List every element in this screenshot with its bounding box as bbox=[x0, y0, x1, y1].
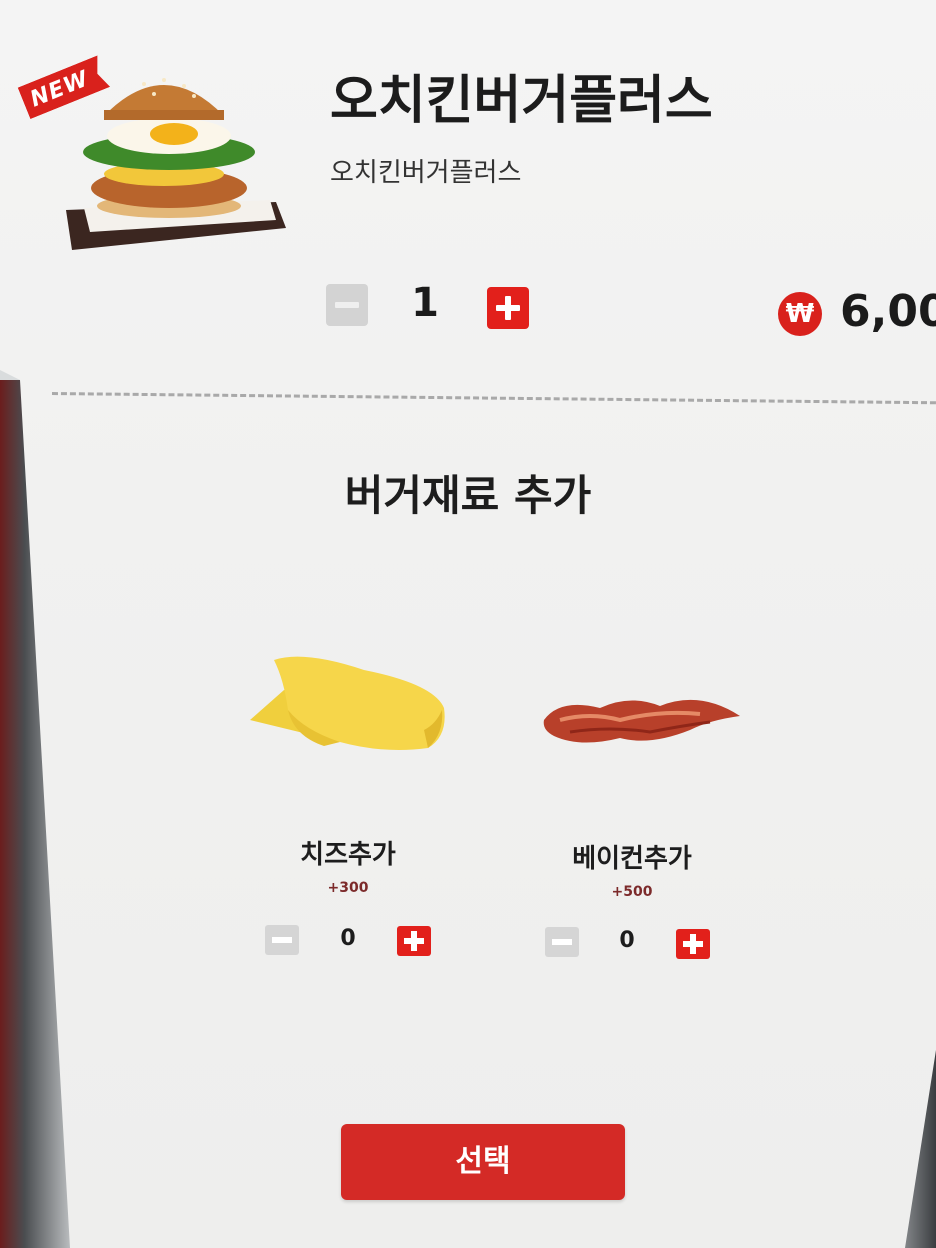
cheese-decrease-button[interactable] bbox=[265, 925, 299, 955]
product-subtitle: 오치킨버거플러스 bbox=[330, 158, 522, 188]
kiosk-screen: NEW 오치킨버거플러스 오치킨버거플러스 1 ₩ 6,000 버거재료 추가 … bbox=[0, 0, 936, 1248]
product-header: NEW 오치킨버거플러스 오치킨버거플러스 1 ₩ 6,000 bbox=[0, 0, 936, 390]
bacon-increase-button[interactable] bbox=[676, 929, 710, 959]
won-currency-icon: ₩ bbox=[778, 292, 822, 336]
quantity-value: 1 bbox=[411, 280, 439, 326]
minus-icon bbox=[335, 302, 359, 308]
cheese-image bbox=[250, 656, 445, 750]
section-divider bbox=[51, 392, 936, 405]
cheese-quantity: 0 bbox=[340, 926, 356, 951]
bacon-image bbox=[543, 699, 740, 743]
plus-icon-vertical bbox=[505, 296, 511, 320]
option-name-bacon: 베이컨추가 bbox=[572, 844, 692, 874]
plus-icon-vertical bbox=[411, 931, 417, 951]
option-name-cheese: 치즈추가 bbox=[300, 840, 396, 870]
option-price-bacon: +500 bbox=[611, 884, 653, 900]
cheese-increase-button[interactable] bbox=[397, 926, 431, 956]
quantity-decrease-button[interactable] bbox=[326, 284, 368, 326]
option-price-cheese: +300 bbox=[327, 880, 369, 896]
minus-icon bbox=[552, 939, 572, 945]
quantity-increase-button[interactable] bbox=[487, 287, 529, 329]
product-price: 6,000 bbox=[840, 286, 936, 337]
bacon-quantity: 0 bbox=[619, 928, 635, 953]
bacon-decrease-button[interactable] bbox=[545, 927, 579, 957]
minus-icon bbox=[272, 937, 292, 943]
options-section-title: 버거재료 추가 bbox=[344, 471, 592, 520]
plus-icon-vertical bbox=[690, 934, 696, 954]
select-button[interactable]: 선택 bbox=[341, 1124, 625, 1200]
product-title: 오치킨버거플러스 bbox=[330, 71, 713, 131]
